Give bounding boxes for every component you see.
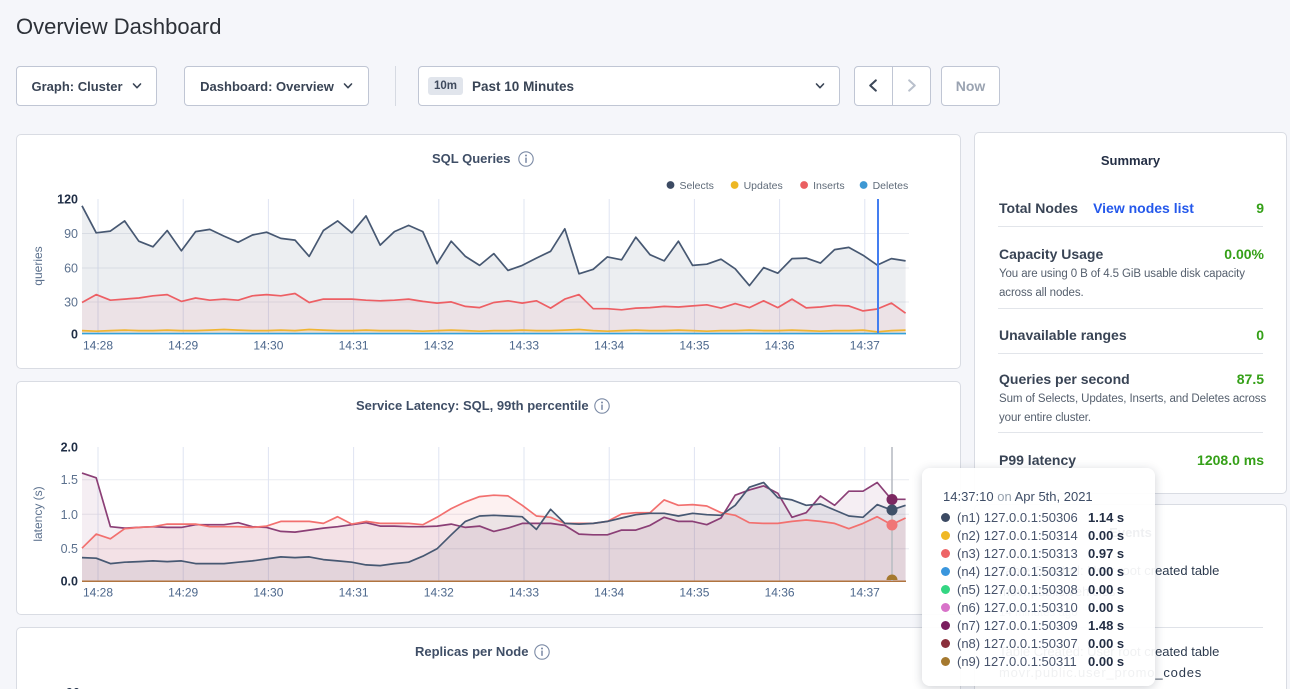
svg-text:0: 0	[71, 328, 78, 342]
svg-text:Inserts: Inserts	[813, 180, 845, 192]
svg-text:14:29: 14:29	[168, 339, 198, 353]
svg-text:30: 30	[64, 296, 78, 310]
svg-text:0.5: 0.5	[61, 542, 78, 556]
svg-text:14:37: 14:37	[850, 339, 880, 353]
svg-text:14:31: 14:31	[339, 586, 369, 600]
svg-text:90: 90	[64, 227, 78, 241]
svg-text:14:37: 14:37	[850, 586, 880, 600]
svg-text:1.5: 1.5	[61, 473, 78, 487]
svg-text:14:34: 14:34	[594, 339, 624, 353]
svg-text:14:35: 14:35	[679, 586, 709, 600]
svg-text:14:36: 14:36	[765, 339, 795, 353]
svg-text:latency (s): latency (s)	[31, 486, 45, 541]
svg-text:2.0: 2.0	[61, 441, 78, 455]
svg-text:Updates: Updates	[744, 180, 783, 192]
svg-text:14:33: 14:33	[509, 586, 539, 600]
svg-text:1.0: 1.0	[61, 508, 78, 522]
svg-text:0.0: 0.0	[61, 575, 78, 589]
svg-text:queries: queries	[31, 246, 45, 285]
svg-text:14:30: 14:30	[253, 586, 283, 600]
svg-text:14:35: 14:35	[679, 339, 709, 353]
svg-text:14:36: 14:36	[765, 586, 795, 600]
svg-text:14:32: 14:32	[424, 339, 454, 353]
svg-text:14:28: 14:28	[83, 586, 113, 600]
svg-text:60: 60	[64, 262, 78, 276]
svg-text:14:33: 14:33	[509, 339, 539, 353]
svg-text:14:34: 14:34	[594, 586, 624, 600]
svg-text:14:28: 14:28	[83, 339, 113, 353]
svg-text:14:29: 14:29	[168, 586, 198, 600]
svg-text:14:31: 14:31	[339, 339, 369, 353]
svg-text:14:32: 14:32	[424, 586, 454, 600]
svg-text:Deletes: Deletes	[873, 180, 909, 192]
svg-text:120: 120	[57, 193, 78, 207]
svg-text:Selects: Selects	[680, 180, 714, 192]
svg-text:14:30: 14:30	[253, 339, 283, 353]
